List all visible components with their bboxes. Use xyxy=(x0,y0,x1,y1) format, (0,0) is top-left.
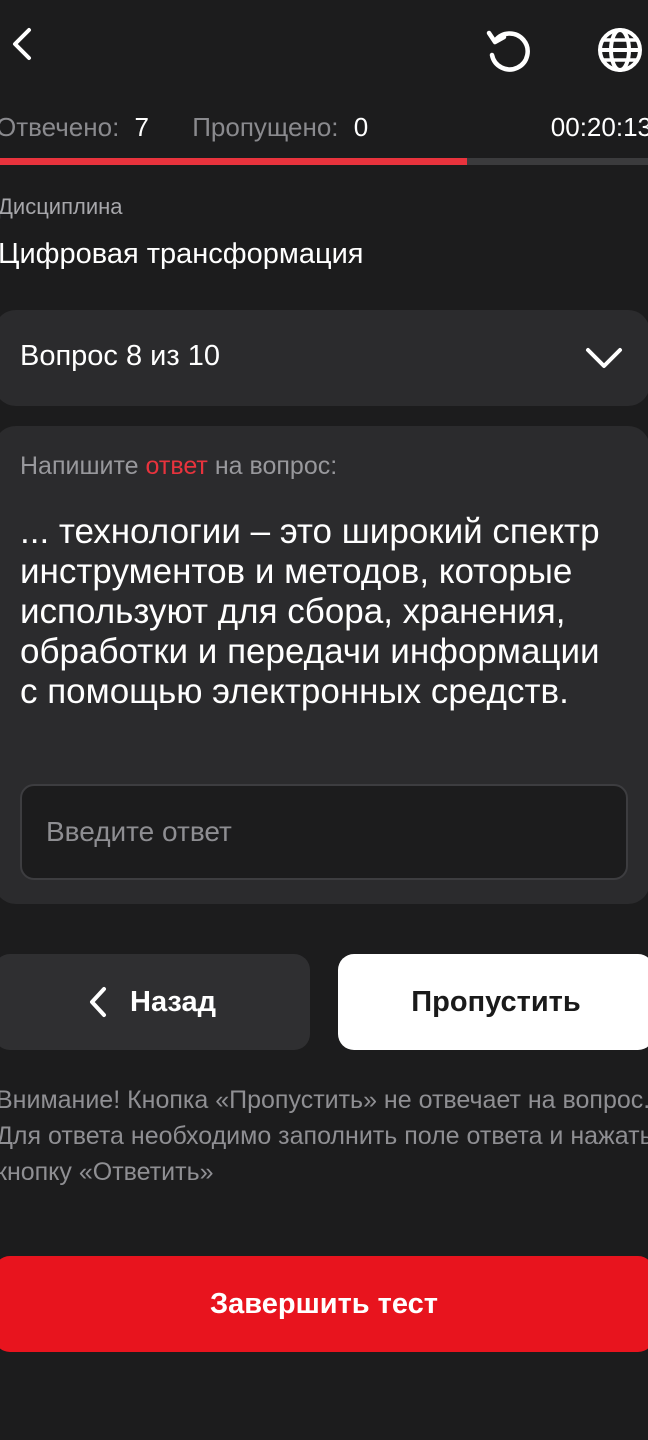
prompt-prefix: Напишите xyxy=(20,452,139,480)
stats-bar: Отвечено: 7 Пропущено: 0 00:20:13 xyxy=(0,110,648,144)
prompt-accent: ответ xyxy=(145,452,208,480)
question-text: ... технологии – это широкий спектр инст… xyxy=(20,512,600,711)
chevron-left-icon xyxy=(90,987,106,1017)
progress-fill xyxy=(0,158,467,165)
finish-test-label: Завершить тест xyxy=(210,1287,438,1320)
timer: 00:20:13 xyxy=(550,112,648,142)
skip-button-label: Пропустить xyxy=(411,985,581,1018)
discipline-value: Цифровая трансформация xyxy=(0,238,364,270)
refresh-icon[interactable] xyxy=(480,22,536,78)
question-card: Напишите ответ на вопрос: ... технологии… xyxy=(0,426,648,904)
discipline-label: Дисциплина xyxy=(0,194,123,219)
answer-input[interactable] xyxy=(20,784,628,880)
answered-label: Отвечено: xyxy=(0,112,120,142)
skipped-value: 0 xyxy=(353,112,369,142)
back-button-label: Назад xyxy=(130,985,216,1018)
question-prompt: Напишите ответ на вопрос: xyxy=(20,452,337,481)
skip-button[interactable]: Пропустить xyxy=(338,954,648,1050)
back-button[interactable]: Назад xyxy=(0,954,310,1050)
prompt-suffix: на вопрос: xyxy=(214,452,338,480)
finish-test-button[interactable]: Завершить тест xyxy=(0,1256,648,1352)
answered-value: 7 xyxy=(134,112,149,142)
skipped-label: Пропущено: xyxy=(192,112,339,142)
question-selector[interactable]: Вопрос 8 из 10 xyxy=(0,310,648,406)
warning-text: Внимание! Кнопка «Пропустить» не отвечае… xyxy=(0,1086,648,1186)
question-selector-label: Вопрос 8 из 10 xyxy=(20,340,220,372)
chevron-down-icon xyxy=(584,340,624,376)
back-icon[interactable] xyxy=(4,22,40,66)
globe-icon[interactable] xyxy=(592,22,648,78)
